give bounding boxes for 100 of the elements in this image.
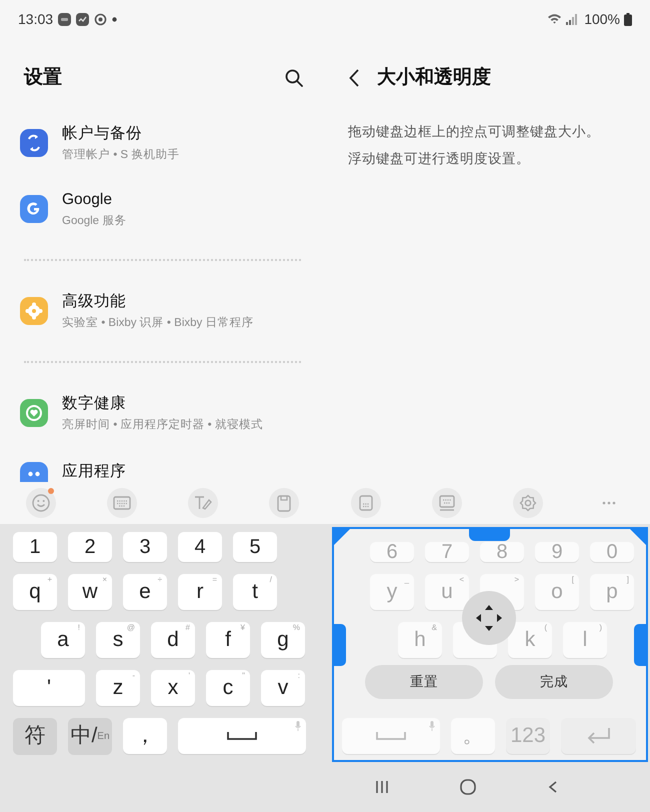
app-notification-icon: [58, 12, 72, 26]
settings-app-icon: [20, 129, 48, 157]
search-icon[interactable]: [285, 69, 303, 87]
key-hint: ': [188, 671, 190, 681]
toolbar-button[interactable]: [26, 488, 56, 518]
resize-handle[interactable]: [634, 624, 646, 666]
key-hint: -: [132, 671, 135, 681]
page-title: 大小和透明度: [377, 66, 491, 90]
keyboard-key[interactable]: 2: [68, 532, 112, 562]
settings-app-icon: [20, 297, 48, 325]
keyboard-key[interactable]: a !: [41, 622, 85, 658]
key-hint: (: [544, 623, 547, 633]
keyboard-key[interactable]: w ×: [68, 574, 112, 610]
reset-button[interactable]: 重置: [365, 665, 483, 699]
key-hint: ]: [626, 575, 629, 585]
key-hint: <: [459, 575, 464, 585]
toolbar-button[interactable]: [350, 488, 381, 518]
microphone-icon: [429, 721, 435, 731]
setting-title[interactable]: 帐户与备份: [62, 124, 180, 144]
keyboard-key[interactable]: q +: [13, 574, 57, 610]
recent-apps-icon[interactable]: [375, 780, 389, 794]
dot-icon: [112, 16, 118, 22]
description-text: 拖动键盘边框上的控点可调整键盘大小。: [348, 123, 601, 141]
key-hint: ": [242, 671, 245, 681]
key-hint: ¥: [240, 623, 245, 633]
key-hint: /: [270, 575, 272, 585]
key-hint: ): [599, 623, 602, 633]
setting-subtitle: 实验室 • Bixby 识屏 • Bixby 日常程序: [62, 315, 254, 330]
back-icon[interactable]: [349, 69, 359, 87]
key-hint: _: [404, 575, 409, 585]
toolbar-button[interactable]: [188, 488, 218, 518]
enter-icon: [586, 727, 612, 745]
key-hint: ×: [102, 575, 107, 585]
battery-icon: [624, 12, 632, 26]
keyboard-key[interactable]: v :: [261, 670, 305, 706]
settings-app-icon: [20, 399, 48, 427]
resize-handle[interactable]: [469, 529, 510, 541]
chart-notification-icon: [76, 12, 90, 26]
key-hint: %: [292, 623, 300, 633]
keyboard-key[interactable]: 1: [13, 532, 57, 562]
keyboard-key[interactable]: e ÷: [123, 574, 167, 610]
settings-app-icon: [20, 195, 48, 223]
keyboard-key[interactable]: 符: [13, 718, 57, 754]
setting-title[interactable]: Google: [62, 190, 126, 210]
key-hint: &: [432, 623, 437, 633]
toolbar-button[interactable]: [106, 488, 137, 518]
space-bar-icon: [227, 731, 257, 741]
key-hint: [: [572, 575, 574, 585]
key-hint: =: [212, 575, 217, 585]
microphone-icon: [295, 721, 301, 731]
home-icon[interactable]: [460, 779, 476, 795]
keyboard-key[interactable]: g %: [261, 622, 305, 658]
wifi-icon: [547, 13, 562, 25]
description-text: 浮动键盘可进行透明度设置。: [348, 150, 531, 168]
corner-handle[interactable]: [630, 529, 646, 545]
key-hint: @: [126, 623, 135, 633]
keyboard-key[interactable]: x ': [151, 670, 195, 706]
keyboard-key[interactable]: 4: [178, 532, 222, 562]
setting-title[interactable]: 高级功能: [62, 292, 254, 312]
setting-title[interactable]: 数字健康: [62, 394, 263, 414]
page-title: 设置: [24, 66, 62, 90]
key-hint: #: [186, 623, 190, 633]
setting-subtitle: 亮屏时间 • 应用程序定时器 • 就寝模式: [62, 417, 263, 432]
battery-level: 100%: [584, 10, 620, 28]
done-button[interactable]: 完成: [495, 665, 613, 699]
signal-icon: [566, 14, 578, 24]
key-hint: +: [47, 575, 52, 585]
keyboard-key[interactable]: [178, 718, 306, 754]
setting-subtitle: Google 服务: [62, 214, 126, 228]
key-hint: :: [298, 671, 300, 681]
settings-app-icon: [20, 462, 48, 482]
setting-subtitle: 管理帐户 • S 换机助手: [62, 147, 180, 162]
keyboard-key[interactable]: f ¥: [206, 622, 250, 658]
keyboard-key[interactable]: r =: [178, 574, 222, 610]
resize-handle[interactable]: [334, 624, 346, 666]
keyboard-key[interactable]: c ": [206, 670, 250, 706]
toolbar-button[interactable]: [513, 488, 544, 518]
key-hint: >: [514, 575, 519, 585]
keyboard-key[interactable]: d #: [151, 622, 195, 658]
key-hint: !: [78, 623, 80, 633]
key-hint: ÷: [158, 575, 162, 585]
keyboard-key[interactable]: z -: [96, 670, 140, 706]
setting-title[interactable]: 应用程序: [62, 462, 126, 482]
more-icon: [602, 501, 616, 505]
key-sublabel: En: [97, 730, 110, 742]
keyboard-key[interactable]: ，: [123, 718, 167, 754]
keyboard-key[interactable]: t /: [233, 574, 277, 610]
keyboard-key[interactable]: ': [13, 670, 85, 706]
ring-notification-icon: [94, 12, 108, 26]
keyboard-key[interactable]: [561, 718, 636, 754]
keyboard-key[interactable]: 5: [233, 532, 277, 562]
corner-handle[interactable]: [334, 529, 350, 545]
status-time: 13:03: [18, 10, 54, 28]
toolbar-button[interactable]: [269, 488, 300, 518]
keyboard-key[interactable]: [342, 718, 440, 754]
keyboard-key[interactable]: s @: [96, 622, 140, 658]
move-arrows-icon: [474, 603, 504, 633]
space-bar-icon: [376, 731, 406, 741]
toolbar-button[interactable]: [432, 488, 462, 518]
keyboard-key[interactable]: 3: [123, 532, 167, 562]
